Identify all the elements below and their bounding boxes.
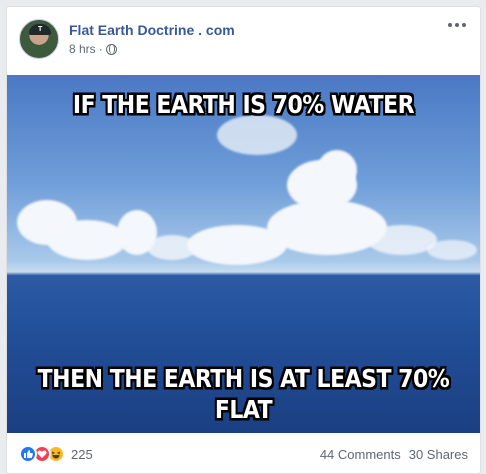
reactions-summary[interactable]: 225 (19, 445, 93, 463)
cap-letter: T (38, 26, 43, 33)
cloud (427, 240, 477, 260)
post-meta: 8 hrs · (69, 42, 117, 56)
post-card: T Flat Earth Doctrine . com 8 hrs · IF T… (6, 6, 481, 474)
page-name-link[interactable]: Flat Earth Doctrine . com (69, 22, 235, 38)
cloud (187, 225, 287, 265)
dot-icon (448, 23, 452, 27)
post-timestamp[interactable]: 8 hrs (69, 42, 96, 56)
post-footer: 225 44 Comments 30 Shares (7, 433, 480, 473)
avatar[interactable]: T (19, 19, 59, 59)
meme-bottom-text: THEN THE EARTH IS AT LEAST 70% FLAT (7, 364, 480, 426)
shares-count-link[interactable]: 30 Shares (409, 447, 468, 462)
globe-icon[interactable] (105, 43, 117, 55)
cloud (147, 235, 197, 260)
cloud (217, 115, 297, 155)
post-image[interactable]: IF THE EARTH IS 70% WATER THEN THE EARTH… (7, 75, 480, 433)
reaction-count: 225 (71, 446, 93, 462)
like-icon (19, 445, 37, 463)
meta-separator: · (98, 42, 103, 56)
cloud (317, 150, 357, 190)
cap-icon: T (29, 24, 51, 35)
meme-bottom-line2: FLAT (214, 396, 273, 425)
post-header: T Flat Earth Doctrine . com 8 hrs · (7, 7, 480, 75)
meme-bottom-line1: THEN THE EARTH IS AT LEAST 70% (37, 365, 450, 394)
meme-top-text: IF THE EARTH IS 70% WATER (72, 91, 415, 120)
dot-icon (455, 23, 459, 27)
engagement-stats: 44 Comments 30 Shares (320, 447, 468, 462)
comments-count-link[interactable]: 44 Comments (320, 447, 401, 462)
cloud (47, 220, 127, 260)
dot-icon (462, 23, 466, 27)
more-options-button[interactable] (446, 19, 468, 31)
